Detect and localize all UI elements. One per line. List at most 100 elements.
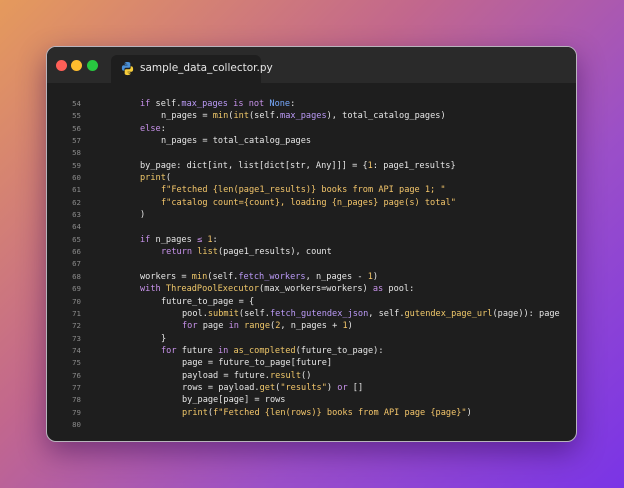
editor-window: sample_data_collector.py 54 if self.max_p… [46, 46, 577, 442]
maximize-window-button[interactable] [87, 60, 98, 71]
code-token: "results" [280, 382, 327, 393]
code-line: 63) [47, 209, 576, 221]
line-number: 59 [72, 160, 81, 170]
code-text: future_to_page = { [161, 296, 254, 308]
code-line: 64 [47, 221, 576, 233]
code-token: get [259, 382, 276, 393]
line-number: 55 [72, 111, 81, 121]
code-token: () [301, 370, 312, 381]
code-line: 80 [47, 419, 576, 431]
line-number: 60 [72, 173, 81, 183]
line-number: 67 [72, 259, 81, 269]
line-number: 66 [72, 247, 81, 257]
code-token: future [176, 345, 218, 356]
code-editor[interactable]: 54 if self.max_pages is not None: 55 n_page… [47, 98, 576, 431]
python-icon [121, 61, 134, 76]
code-text: rows = payload.get("results") or [] [182, 382, 363, 394]
line-number: 61 [72, 185, 81, 195]
code-token: future_to_page = { [161, 296, 255, 307]
code-text: print( [140, 172, 171, 184]
code-token: in [228, 321, 239, 332]
code-line: 75 page = future_to_page[future] [47, 357, 576, 369]
tab-sample-data-collector[interactable]: sample_data_collector.py [111, 55, 273, 83]
code-token: in [217, 345, 229, 356]
line-number: 62 [72, 197, 81, 207]
code-token: max_pages [181, 99, 228, 109]
code-line: 54 if self.max_pages is not None: [47, 98, 576, 110]
line-number: 73 [72, 333, 81, 343]
code-line: 67 [47, 258, 576, 270]
minimize-window-button[interactable] [71, 60, 82, 71]
code-token: self. [150, 99, 182, 109]
code-token: , self. [368, 308, 405, 319]
line-number: 71 [72, 308, 81, 318]
line-number: 63 [72, 210, 81, 220]
code-token: workers = [140, 271, 192, 282]
code-line: 73} [47, 333, 576, 345]
code-token: result [269, 370, 302, 381]
line-number: 77 [72, 382, 81, 392]
code-token: is not [233, 99, 265, 109]
code-line: 62 f"catalog count={count}, loading {n_pa… [47, 197, 576, 209]
code-token: ) [466, 407, 472, 418]
code-token: (rows)} books from API page {page}" [285, 407, 467, 418]
code-token: f"catalog count={count}, loading {n_page… [161, 197, 456, 208]
code-text: for future in as_completed(future_to_pag… [161, 345, 384, 357]
code-token: page = future_to_page[future] [182, 358, 333, 369]
line-number: 79 [72, 407, 81, 417]
code-text: payload = future.result() [182, 370, 311, 382]
line-number: 74 [72, 345, 81, 355]
code-line: 79 print(f"Fetched {len(rows)} books from… [47, 407, 576, 419]
code-token: ) [347, 321, 353, 332]
code-line: 56 else: [47, 123, 576, 135]
code-token: , n_pages + [280, 321, 343, 332]
code-token: ( [165, 173, 172, 184]
code-text: ) [140, 209, 145, 221]
code-token: : [160, 123, 166, 134]
code-token: rows = payload. [182, 382, 260, 393]
code-text: by_page: dict[int, list[dict[str, Any]]]… [140, 160, 456, 172]
code-text: by_page[page] = rows [182, 394, 285, 406]
code-token: (future_to_page): [295, 345, 384, 356]
code-line: 72 for page in range(2, n_pages + 1) [47, 320, 576, 332]
code-token: int [233, 111, 249, 122]
code-line: 65 if n_pages ≤ 1: [47, 234, 576, 246]
code-token: ) [372, 271, 379, 282]
line-number: 76 [72, 370, 81, 380]
code-token: if [140, 234, 151, 245]
code-line: 77 rows = payload.get("results") or [] [47, 382, 576, 394]
code-line: 57 n_pages = total_catalog_pages [47, 135, 576, 147]
code-token: as [372, 284, 384, 295]
code-token: ) [326, 382, 338, 393]
close-window-button[interactable] [56, 60, 67, 71]
code-token: print [182, 407, 208, 418]
code-token: n_pages = [161, 111, 213, 122]
code-line: 69 with ThreadPoolExecutor(max_workers=wo… [47, 283, 576, 295]
code-token: pool: [383, 284, 415, 295]
code-line: 55 n_pages = min(int(self.max_pages), tot… [47, 110, 576, 122]
code-token: payload = future. [182, 370, 270, 381]
code-token: pool. [182, 308, 208, 319]
code-token: else [140, 123, 161, 134]
line-number: 54 [72, 99, 81, 108]
code-line: 71 pool.submit(self.fetch_gutendex_json, … [47, 308, 576, 320]
code-token: (page1_results), count [217, 247, 332, 258]
code-token: [] [347, 382, 364, 393]
code-token: min [191, 271, 208, 282]
code-token: ) [140, 210, 146, 221]
code-token: print [140, 173, 166, 184]
code-line: 59 by_page: dict[int, list[dict[str, Any]… [47, 160, 576, 172]
line-number: 56 [72, 123, 81, 133]
code-token: if [140, 99, 151, 109]
code-text: workers = min(self.fetch_workers, n_page… [140, 271, 378, 283]
line-number: 75 [72, 358, 81, 368]
code-text: n_pages = total_catalog_pages [161, 135, 311, 147]
code-line: 76 payload = future.result() [47, 370, 576, 382]
code-token: ), total_catalog_pages) [326, 111, 446, 122]
code-text: for page in range(2, n_pages + 1) [182, 320, 353, 332]
code-token: for [182, 321, 198, 332]
code-token: for [161, 345, 177, 356]
code-text: f"Fetched {len(page1_results)} books fro… [161, 184, 446, 196]
line-number: 58 [72, 148, 81, 158]
code-token: range [244, 321, 270, 332]
